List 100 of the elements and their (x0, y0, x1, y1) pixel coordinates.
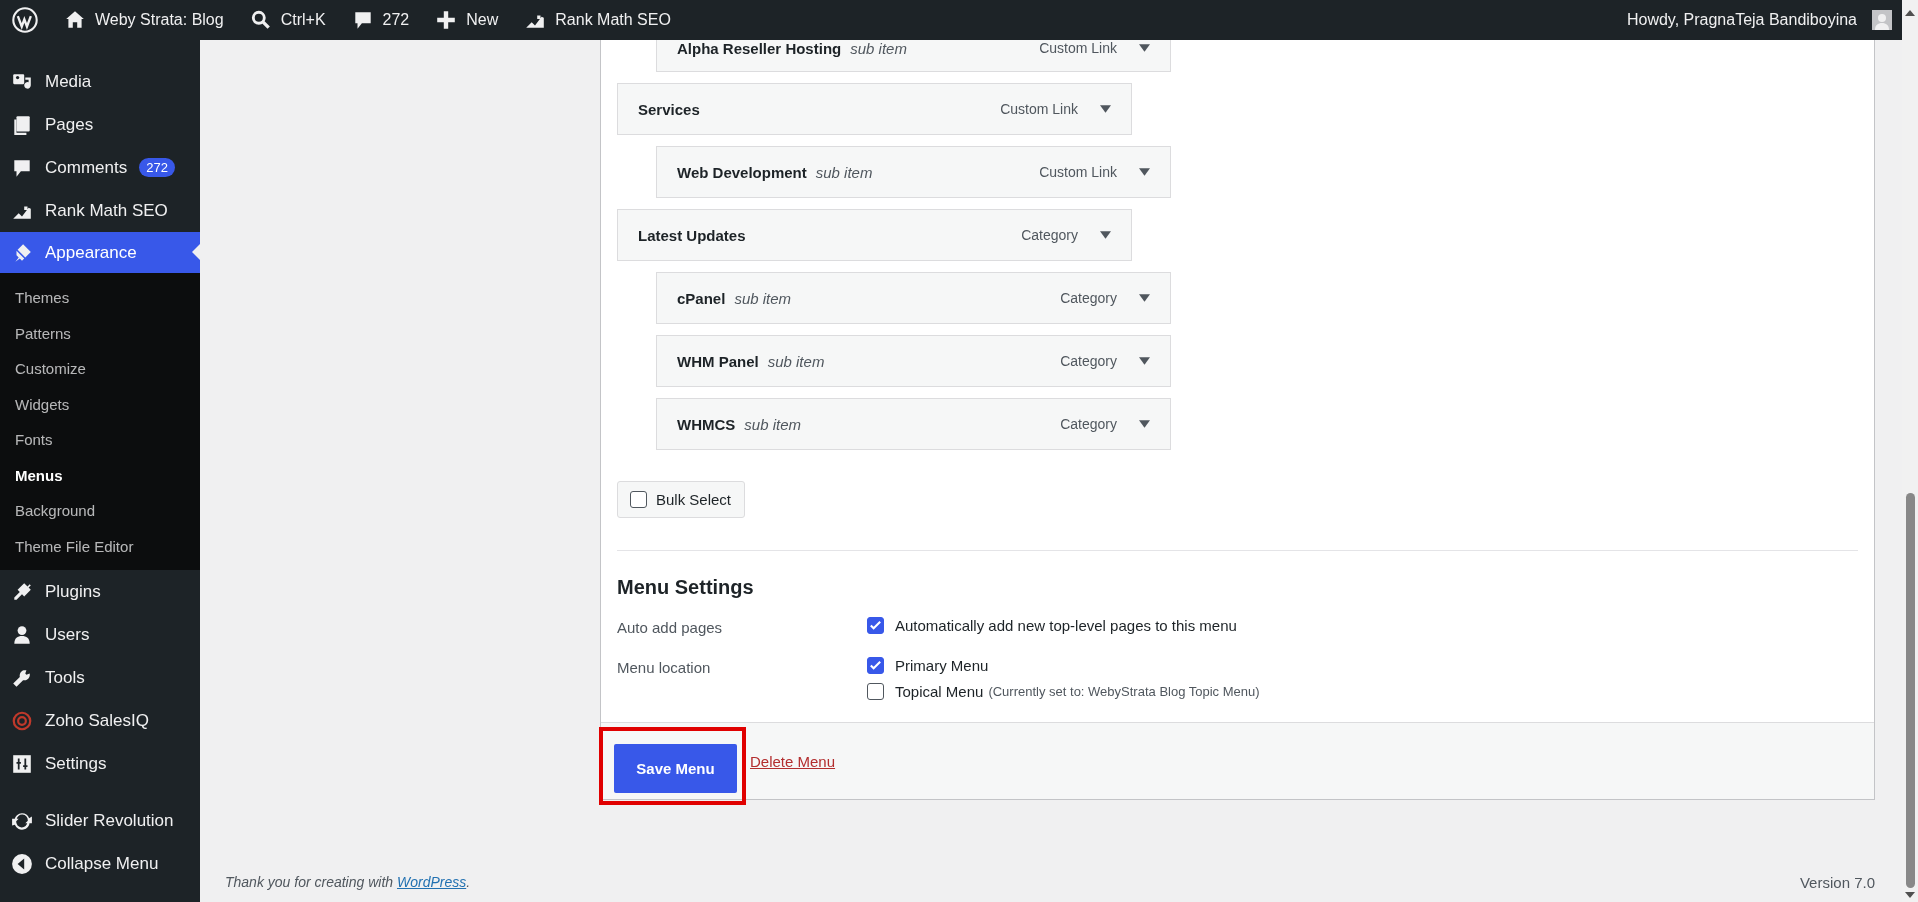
sidebar-label: Media (45, 71, 92, 92)
item-note: sub item (767, 352, 825, 370)
sidebar-item[interactable]: Pages (0, 103, 200, 146)
checkbox[interactable] (630, 491, 647, 508)
version-text: Version 7.0 (1799, 873, 1875, 891)
option-note: (Currently set to: WebyStrata Blog Topic Menu) (988, 684, 1260, 699)
caret-icon[interactable] (1139, 168, 1150, 176)
new-link[interactable]: New (435, 9, 499, 31)
item-note: sub item (815, 163, 873, 181)
menu-item-bar[interactable]: WHM Panel sub item Category (656, 335, 1171, 387)
collapse-label: Collapse Menu (45, 853, 159, 874)
scroll-down-icon[interactable] (1905, 892, 1915, 898)
scroll-up-icon[interactable] (1905, 10, 1915, 16)
sliders-icon (11, 752, 33, 775)
submenu-item[interactable]: Menus (0, 457, 200, 493)
item-note: sub item (734, 289, 792, 307)
target-icon (11, 709, 33, 732)
menu-item-bar[interactable]: Services Custom Link (617, 83, 1132, 135)
item-note: sub item (850, 40, 907, 57)
bulk-select-button[interactable]: Bulk Select (617, 481, 746, 518)
menu-item-bar[interactable]: Latest Updates Category (617, 209, 1132, 261)
menu-item-bar[interactable]: Alpha Reseller Hosting sub item Custom Link (656, 40, 1171, 72)
comments-link[interactable]: 272 (351, 9, 410, 31)
caret-icon[interactable] (1139, 357, 1150, 365)
item-type: Category (1060, 416, 1117, 432)
caret-icon[interactable] (1139, 44, 1150, 52)
seo-link[interactable]: Rank Math SEO (524, 9, 671, 31)
sidebar-item[interactable]: Zoho SalesIQ (0, 699, 200, 742)
option-label: Automatically add new top-level pages to this menu (895, 617, 1237, 634)
account-link[interactable]: Howdy, PragnaTeja Bandiboyina (1626, 10, 1892, 30)
sidebar-item[interactable]: Tools (0, 656, 200, 699)
user-icon (11, 623, 33, 646)
save-menu-button[interactable]: Save Menu (614, 744, 737, 793)
item-type: Category (1060, 290, 1117, 306)
sidebar-label: Users (45, 624, 90, 645)
menu-item-title: cPanel (677, 289, 726, 307)
site-name: Weby Strata: Blog (95, 11, 224, 29)
footer-credit: Thank you for creating with WordPress. (225, 874, 471, 890)
count-badge: 272 (139, 158, 175, 177)
caret-icon[interactable] (1100, 105, 1111, 113)
menu-item-title: WHM Panel (677, 352, 759, 370)
menu-item-bar[interactable]: cPanel sub item Category (656, 272, 1171, 324)
avatar-icon (1872, 10, 1892, 30)
submenu-item[interactable]: Patterns (0, 315, 200, 351)
sidebar-item[interactable]: Media (0, 60, 200, 103)
delete-menu-link[interactable]: Delete Menu (750, 752, 836, 770)
seo-label: Rank Math SEO (555, 11, 671, 29)
item-type: Category (1060, 353, 1117, 369)
menu-item-title: Web Development (677, 163, 807, 181)
submenu-item[interactable]: Themes (0, 280, 200, 316)
submenu-item[interactable]: Customize (0, 351, 200, 387)
sidebar-label: Tools (45, 667, 85, 688)
search-shortcut: Ctrl+K (280, 11, 326, 29)
menu-item-bar[interactable]: WHMCS sub item Category (656, 398, 1171, 450)
sidebar-label: Settings (45, 753, 107, 774)
submenu-item[interactable]: Widgets (0, 386, 200, 422)
site-name-link[interactable]: Weby Strata: Blog (64, 9, 224, 31)
sidebar-item[interactable]: Plugins (0, 570, 200, 613)
caret-icon[interactable] (1139, 294, 1150, 302)
caret-icon[interactable] (1100, 231, 1111, 239)
search-link[interactable]: Ctrl+K (249, 9, 326, 31)
submenu-item[interactable]: Fonts (0, 422, 200, 458)
checkbox[interactable] (867, 683, 884, 700)
setting-label: Menu location (617, 658, 712, 678)
home-icon (64, 9, 86, 31)
item-type: Custom Link (1039, 40, 1117, 57)
menu-item-bar[interactable]: Web Development sub item Custom Link (656, 146, 1171, 198)
item-note: sub item (744, 415, 802, 433)
sidebar-label: Pages (45, 114, 94, 135)
item-type: Custom Link (1039, 164, 1117, 180)
sidebar-item[interactable]: Comments 272 (0, 146, 200, 189)
section-heading: Menu Settings (617, 576, 755, 599)
submenu-item[interactable]: Theme File Editor (0, 528, 200, 564)
sidebar-item[interactable]: Settings (0, 742, 200, 785)
plus-icon (435, 9, 458, 31)
sidebar-label: Appearance (45, 242, 137, 263)
search-icon (249, 9, 272, 31)
checkmark-icon (868, 618, 883, 633)
menu-item-title: WHMCS (677, 415, 736, 433)
checkbox[interactable] (867, 657, 884, 674)
checkmark-icon (868, 658, 883, 673)
sidebar-item[interactable]: Rank Math SEO (0, 189, 200, 232)
sidebar-item[interactable]: Users (0, 613, 200, 656)
wordpress-logo-icon[interactable] (12, 7, 38, 33)
caret-icon[interactable] (1139, 420, 1150, 428)
menu-item-title: Latest Updates (638, 226, 746, 244)
sidebar-item[interactable]: Slider Revolution (0, 799, 200, 842)
sidebar-label: Comments (45, 157, 128, 178)
item-type: Category (1021, 227, 1078, 243)
comments-count: 272 (382, 11, 410, 29)
sidebar-item[interactable]: Appearance (0, 232, 200, 273)
option-label: Primary Menu (895, 657, 989, 674)
option-label: Topical Menu (895, 683, 984, 700)
new-label: New (466, 11, 499, 29)
scroll-thumb[interactable] (1905, 493, 1915, 888)
submenu-item[interactable]: Background (0, 493, 200, 529)
sidebar-label: Slider Revolution (45, 810, 174, 831)
setting-label: Auto add pages (617, 618, 724, 636)
checkbox[interactable] (867, 617, 884, 634)
collapse-menu-button[interactable]: Collapse Menu (0, 842, 200, 885)
